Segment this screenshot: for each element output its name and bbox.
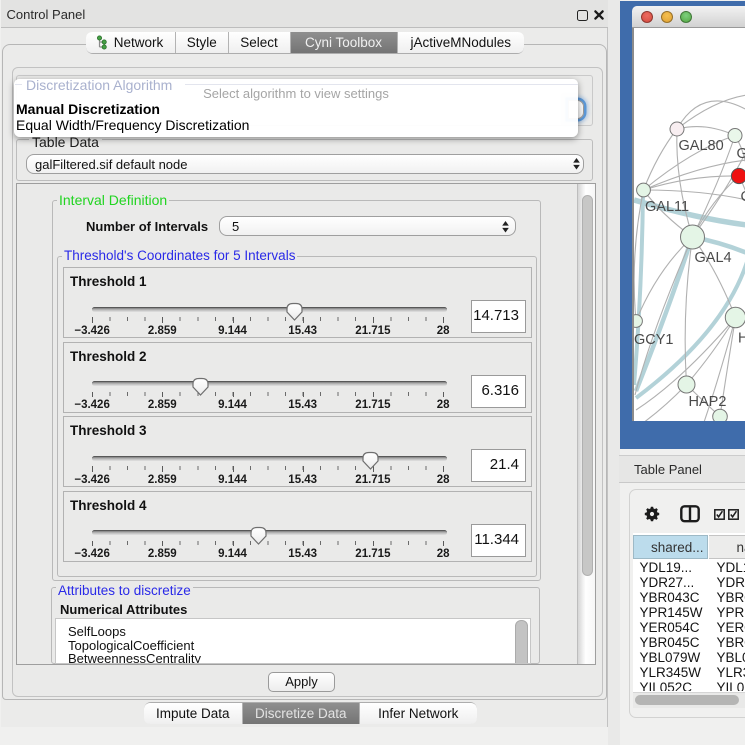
svg-text:GAL11: GAL11 [645, 199, 689, 215]
svg-text:GAL4: GAL4 [695, 250, 732, 266]
svg-text:HAP2: HAP2 [689, 394, 727, 410]
svg-text:GCY1: GCY1 [634, 332, 674, 348]
svg-text:H: H [738, 331, 745, 347]
svg-text:GA: GA [737, 146, 745, 162]
svg-text:GAL80: GAL80 [679, 138, 724, 154]
svg-text:C: C [741, 189, 745, 205]
